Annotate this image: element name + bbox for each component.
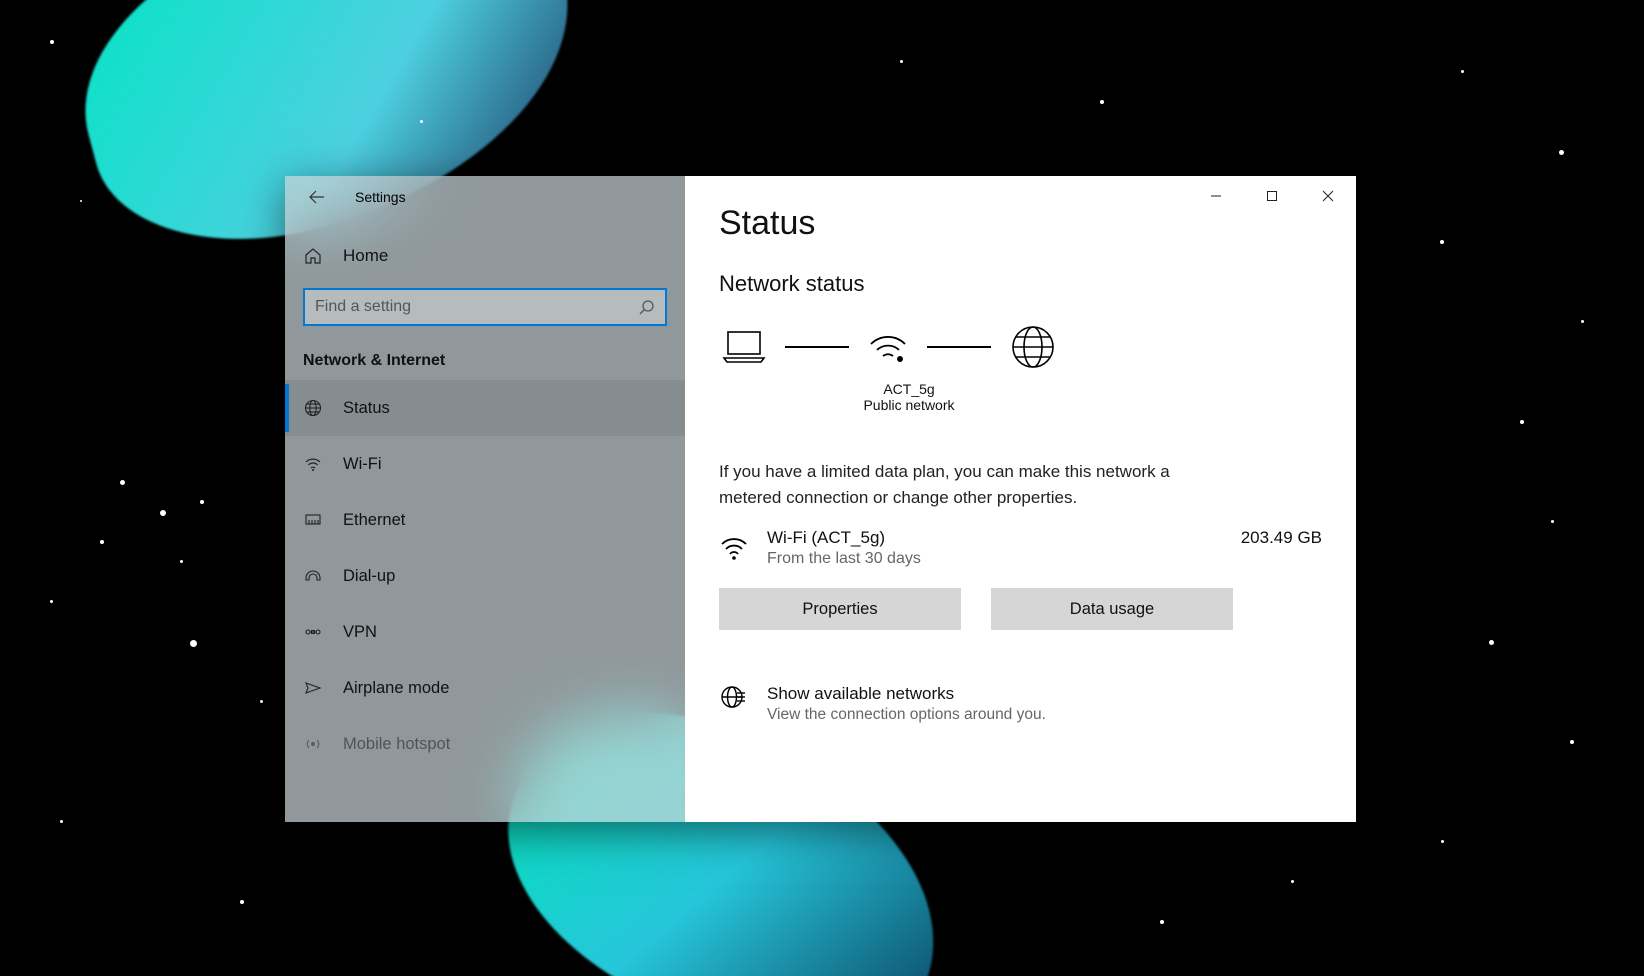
window-controls: [1188, 176, 1356, 218]
show-networks-sub: View the connection options around you.: [767, 706, 1046, 724]
sidebar-item-status[interactable]: Status: [285, 380, 685, 436]
hotspot-icon: [303, 735, 323, 753]
sidebar-item-label: Mobile hotspot: [343, 735, 450, 754]
search-field[interactable]: [315, 298, 639, 316]
window-title: Settings: [355, 189, 406, 205]
ssid-label: ACT_5g: [849, 381, 969, 397]
titlebar-left: Settings: [285, 176, 685, 218]
connection-row: Wi-Fi (ACT_5g) From the last 30 days 203…: [719, 528, 1322, 568]
maximize-button[interactable]: [1244, 176, 1300, 216]
sidebar-item-hotspot[interactable]: Mobile hotspot: [285, 716, 685, 772]
sidebar-item-label: Ethernet: [343, 511, 405, 530]
data-usage-amount: 203.49 GB: [1241, 528, 1322, 548]
section-title: Network status: [719, 271, 1322, 297]
sidebar: Settings Home Network & Internet Status: [285, 176, 685, 822]
sidebar-item-label: Airplane mode: [343, 679, 449, 698]
sidebar-item-label: VPN: [343, 623, 377, 642]
content-pane: Status Network status ACT_5g: [685, 176, 1356, 822]
internet-globe-icon: [1009, 323, 1057, 371]
description-text: If you have a limited data plan, you can…: [719, 459, 1199, 510]
sidebar-item-airplane[interactable]: Airplane mode: [285, 660, 685, 716]
sidebar-item-ethernet[interactable]: Ethernet: [285, 492, 685, 548]
sidebar-item-label: Status: [343, 399, 390, 418]
data-usage-button[interactable]: Data usage: [991, 588, 1233, 630]
properties-button[interactable]: Properties: [719, 588, 961, 630]
connection-name: Wi-Fi (ACT_5g): [767, 528, 1223, 548]
home-label: Home: [343, 246, 388, 266]
minimize-button[interactable]: [1188, 176, 1244, 216]
sidebar-category: Network & Internet: [285, 334, 685, 380]
sidebar-item-home[interactable]: Home: [285, 236, 685, 276]
search-input[interactable]: [303, 288, 667, 326]
ethernet-icon: [303, 511, 323, 529]
wifi-icon: [719, 534, 749, 562]
wifi-icon: [303, 455, 323, 473]
network-type-label: Public network: [849, 397, 969, 413]
vpn-icon: [303, 623, 323, 641]
diagram-labels: ACT_5g Public network: [849, 381, 969, 413]
show-networks-title: Show available networks: [767, 684, 1046, 704]
home-icon: [303, 247, 323, 265]
network-globe-icon: [719, 684, 745, 710]
laptop-icon: [721, 328, 767, 366]
wifi-connected-icon: [867, 330, 909, 364]
connection-line: [785, 346, 849, 348]
network-diagram: [721, 323, 1322, 371]
airplane-icon: [303, 679, 323, 697]
back-button[interactable]: [297, 176, 337, 218]
close-icon: [1322, 190, 1334, 202]
sidebar-item-label: Dial-up: [343, 567, 395, 586]
search-icon: [639, 299, 655, 315]
minimize-icon: [1210, 190, 1222, 202]
maximize-icon: [1266, 190, 1278, 202]
sidebar-item-vpn[interactable]: VPN: [285, 604, 685, 660]
show-networks-link[interactable]: Show available networks View the connect…: [719, 684, 1322, 724]
sidebar-item-dialup[interactable]: Dial-up: [285, 548, 685, 604]
connection-period: From the last 30 days: [767, 550, 1223, 568]
sidebar-item-wifi[interactable]: Wi-Fi: [285, 436, 685, 492]
back-arrow-icon: [309, 189, 325, 205]
close-button[interactable]: [1300, 176, 1356, 216]
globe-icon: [303, 399, 323, 417]
sidebar-item-label: Wi-Fi: [343, 455, 381, 474]
connection-line: [927, 346, 991, 348]
dialup-icon: [303, 567, 323, 585]
settings-window: Settings Home Network & Internet Status: [285, 176, 1356, 822]
